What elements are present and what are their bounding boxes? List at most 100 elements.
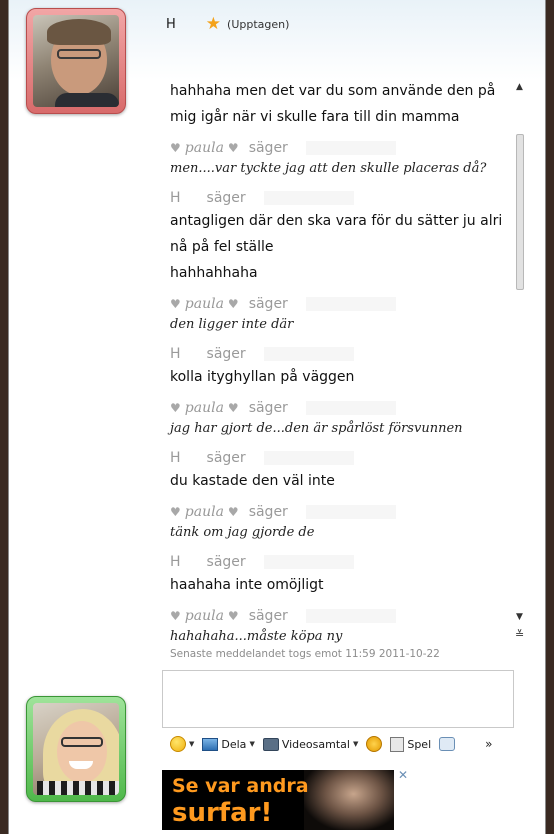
message-sender: Hsäger (162, 552, 516, 572)
sender-name: paula (184, 140, 224, 156)
message-text: hahhaha men det var du som använde den p… (170, 83, 496, 125)
chevron-down-icon: ▼ (249, 740, 255, 748)
scroll-up-arrow-icon[interactable]: ▲ (516, 82, 523, 92)
conversation-history: hahhaha men det var du som använde den p… (162, 78, 516, 648)
message-text: tänk om jag gjorde de (170, 525, 315, 540)
scrollbar-thumb[interactable] (516, 134, 524, 290)
message-block: ♥ paula ♥ säger den ligger inte där (162, 294, 516, 336)
sender-name: paula (184, 296, 224, 312)
nudge-button[interactable] (366, 736, 383, 752)
message-block: Hsäger haahaha inte omöjligt (162, 552, 516, 598)
sender-name: paula (184, 608, 224, 624)
message-sender: ♥ paula ♥ säger (162, 138, 516, 158)
heart-icon: ♥ (170, 609, 181, 623)
ink-button[interactable] (439, 737, 456, 751)
message-block: ♥ paula ♥ säger tänk om jag gjorde de (162, 502, 516, 544)
message-text: haahaha inte omöjligt (170, 577, 324, 593)
games-label: Spel (407, 737, 432, 751)
smiley-icon (170, 736, 186, 752)
heart-icon: ♥ (227, 401, 239, 415)
heart-icon: ♥ (170, 505, 181, 519)
redacted-email (305, 609, 396, 623)
says-label: säger (248, 504, 288, 520)
contact-photo (33, 15, 119, 107)
message-sender: ♥ paula ♥ säger (162, 606, 516, 626)
chat-toolbar: ▼ Dela ▼ Videosamtal ▼ Spel » (170, 734, 492, 754)
more-options-button[interactable]: » (485, 737, 492, 751)
says-label: säger (206, 346, 246, 362)
contact-name: H (166, 16, 176, 32)
message-block: Hsäger du kastade den väl inte (162, 448, 516, 494)
picture-icon (202, 737, 219, 751)
sender-name: H (170, 346, 181, 362)
message-block: ♥ paula ♥ säger men....var tyckte jag att de… (162, 138, 516, 180)
emoticon-button[interactable]: ▼ (170, 736, 194, 752)
message-input[interactable] (162, 670, 514, 728)
message-text: kolla ityghyllan på väggen (170, 369, 355, 385)
sender-name: H (170, 190, 181, 206)
sender-name: H (170, 554, 181, 570)
sender-name: paula (184, 504, 224, 520)
says-label: säger (206, 450, 246, 466)
input-pointer (134, 722, 144, 742)
says-label: säger (248, 140, 288, 156)
message-sender: Hsäger (162, 188, 516, 208)
message-sender: ♥ paula ♥ säger (162, 502, 516, 522)
ad-image (304, 770, 394, 830)
says-label: säger (248, 400, 288, 416)
redacted-email (263, 191, 354, 205)
says-label: säger (206, 190, 246, 206)
says-label: säger (248, 608, 288, 624)
says-label: säger (248, 296, 288, 312)
heart-icon: ♥ (227, 505, 239, 519)
heart-icon: ♥ (227, 297, 239, 311)
heart-icon: ♥ (227, 609, 239, 623)
message-sender: ♥ paula ♥ säger (162, 294, 516, 314)
video-call-button[interactable]: Videosamtal ▼ (262, 737, 359, 751)
message-text: jag har gjort de...den är spårlöst försv… (170, 421, 463, 436)
chevron-down-icon: ▼ (352, 740, 359, 748)
message-sender: ♥ paula ♥ säger (162, 398, 516, 418)
heart-icon: ♥ (170, 297, 181, 311)
redacted-email (263, 347, 354, 361)
redacted-email (305, 505, 396, 519)
redacted-email (305, 297, 396, 311)
message-text: du kastade den väl inte (170, 473, 335, 489)
message-text: men....var tyckte jag att den skulle pla… (170, 161, 487, 176)
ad-text: Se var andra surfar! (172, 774, 309, 828)
message-text: hahahaha...måste köpa ny (170, 629, 343, 644)
speech-bubble-icon (439, 737, 456, 751)
sender-name: paula (184, 400, 224, 416)
advertisement-banner[interactable]: Se var andra surfar! (162, 770, 394, 830)
own-photo (33, 703, 119, 795)
redacted-email (263, 451, 354, 465)
message-text: antagligen där den ska vara för du sätte… (170, 213, 503, 255)
says-label: säger (206, 554, 246, 570)
own-avatar[interactable] (26, 696, 126, 802)
scroll-to-end-icon[interactable]: ≚ (515, 628, 524, 641)
share-label: Dela (221, 737, 247, 751)
message-block: Hsäger kolla ityghyllan på väggen (162, 344, 516, 390)
message-block: ♥ paula ♥ säger jag har gjort de...den är sp… (162, 398, 516, 440)
redacted-email (305, 141, 396, 155)
chevron-down-icon: ▼ (189, 740, 195, 748)
heart-icon: ♥ (170, 401, 181, 415)
star-icon[interactable]: ★ (206, 14, 221, 34)
close-ad-icon[interactable]: ✕ (398, 768, 408, 782)
video-call-label: Videosamtal (281, 737, 350, 751)
chat-header: H ★ (Upptagen) (166, 14, 289, 34)
games-button[interactable]: Spel (390, 736, 432, 752)
contact-avatar[interactable] (26, 8, 126, 114)
ad-headline: Se var andra (172, 775, 309, 797)
last-message-timestamp: Senaste meddelandet togs emot 11:59 2011… (170, 648, 440, 660)
game-icon (390, 736, 405, 752)
message-text: den ligger inte där (170, 317, 294, 332)
share-button[interactable]: Dela ▼ (202, 737, 255, 751)
redacted-email (263, 555, 354, 569)
message-block: hahhaha men det var du som använde den p… (162, 78, 516, 130)
redacted-email (305, 401, 396, 415)
heart-icon: ♥ (170, 141, 181, 155)
ad-subline: surfar! (172, 798, 273, 828)
scroll-down-arrow-icon[interactable]: ▼ (516, 612, 523, 622)
conversation-scrollbar[interactable] (514, 98, 526, 608)
